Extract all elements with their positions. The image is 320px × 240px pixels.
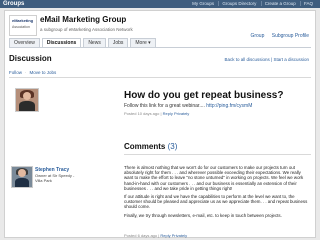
post-link[interactable]: http://ping.fm/cysmM (206, 103, 252, 109)
tab-overview[interactable]: Overview (9, 38, 40, 47)
post-text: Follow this link for a great webinar.... (124, 103, 207, 109)
discussion-heading: Discussion (9, 54, 52, 63)
comment-paragraph: Finally, we try through newsletters, e-m… (124, 212, 282, 218)
group-subtitle: a subgroup of eMarketing Association Net… (40, 27, 133, 32)
tab-more[interactable]: More ▾ (130, 38, 156, 47)
post-body: Follow this link for a great webinar....… (124, 103, 252, 109)
tab-discussions[interactable]: Discussions (41, 38, 82, 47)
group-link[interactable]: Group (250, 33, 264, 39)
comment-reply-privately-link[interactable]: Reply Privately (160, 233, 187, 238)
group-page: eMarketing Association eMail Marketing G… (4, 10, 316, 238)
tab-news[interactable]: News (83, 38, 106, 47)
commenter-avatar-body (15, 178, 29, 187)
group-logo[interactable]: eMarketing Association (9, 15, 37, 36)
create-group-link[interactable]: Create a Group (260, 1, 299, 6)
comment-time: Posted 6 days ago | (124, 233, 161, 238)
groups-directory-link[interactable]: Groups Directory (218, 1, 260, 6)
post-meta: Posted 10 days ago | Reply Privately (124, 111, 189, 116)
comments-heading: Comments (3) (124, 142, 177, 151)
logo-text-line1: eMarketing (12, 18, 34, 23)
subgroup-profile-link[interactable]: Subgroup Profile (272, 33, 309, 39)
separator: · (25, 70, 27, 75)
faq-link[interactable]: FAQ (299, 1, 316, 6)
move-to-jobs-link[interactable]: Move to Jobs (30, 70, 57, 75)
comment-paragraph: If our attitude is right and we have the… (124, 194, 308, 210)
discussion-nav-links[interactable]: Back to all discussions | Start a discus… (225, 57, 309, 62)
top-navigation-bar: Groups My Groups Groups Directory Create… (0, 0, 320, 8)
logo-text-line2: Association (12, 25, 30, 29)
commenter-avatar-face (18, 169, 26, 178)
avatar-body (19, 101, 35, 111)
discussion-divider (9, 77, 311, 78)
discussion-actions: Follow · Move to Jobs (9, 70, 56, 75)
group-tabs: Overview Discussions News Jobs More ▾ (9, 38, 156, 47)
tab-jobs[interactable]: Jobs (107, 38, 129, 47)
top-links: My Groups Groups Directory Create a Grou… (189, 0, 316, 8)
my-groups-link[interactable]: My Groups (189, 1, 217, 6)
avatar-face (22, 91, 32, 101)
groups-brand[interactable]: Groups (3, 0, 24, 8)
comment-body: There is almost nothing that we won't do… (124, 165, 310, 221)
follow-link[interactable]: Follow (9, 70, 22, 75)
group-links: Group Subgroup Profile (244, 33, 309, 39)
commenter-role: Owner at Sir Speedy - Villa Park (35, 173, 75, 183)
group-title: eMail Marketing Group (40, 15, 127, 24)
comment-meta: Posted 6 days ago | Reply Privately (124, 233, 187, 238)
comments-label: Comments (124, 142, 166, 151)
tab-divider (9, 47, 311, 48)
comment-paragraph: There is almost nothing that we won't do… (124, 165, 304, 191)
post-time: Posted 10 days ago | (124, 111, 163, 116)
post-title: How do you get repeat business? (124, 90, 284, 101)
poster-avatar[interactable] (15, 88, 39, 112)
comments-count: (3) (167, 142, 178, 151)
comments-divider (124, 154, 311, 155)
commenter-avatar[interactable] (11, 166, 33, 188)
reply-privately-link[interactable]: Reply Privately (163, 111, 190, 116)
